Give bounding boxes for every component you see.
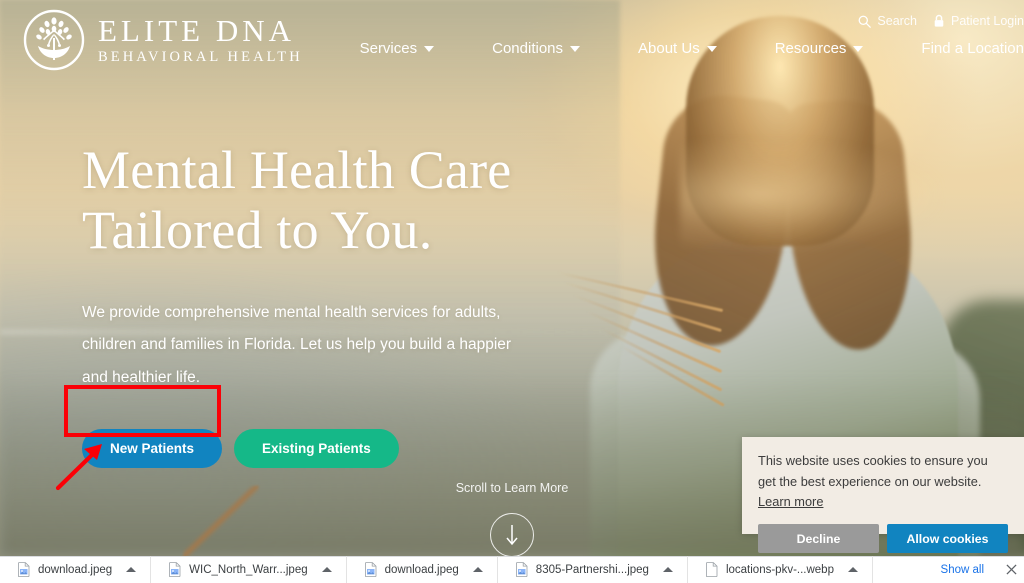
chevron-down-icon [706,45,717,52]
site-header: ELITE DNA BEHAVIORAL HEALTH Search Patie… [0,0,1024,84]
download-item[interactable]: locations-pkv-...webp [688,556,873,583]
chevron-down-icon [570,45,581,52]
hero-heading-line-1: Mental Health Care [82,140,512,200]
search-label: Search [877,14,918,28]
hero-photo-sun-flare [680,140,940,250]
chevron-up-icon[interactable] [662,567,673,572]
image-file-icon [515,562,528,577]
download-item[interactable]: WIC_North_Warr...jpeg [151,556,347,583]
cookie-learn-more-link[interactable]: Learn more [758,494,823,509]
nav-label: About Us [638,40,700,57]
download-item[interactable]: download.jpeg [347,556,498,583]
download-filename: download.jpeg [38,563,113,576]
search-button[interactable]: Search [858,14,917,28]
download-filename: locations-pkv-...webp [725,563,834,576]
page-title: Mental Health Care Tailored to You. [82,140,642,261]
chevron-up-icon[interactable] [321,567,332,572]
nav-item-about-us[interactable]: About Us [609,40,746,57]
logo-primary-text: ELITE DNA [98,13,295,49]
hero-heading-line-2: Tailored to You. [82,200,433,261]
nav-item-services[interactable]: Services [331,40,464,57]
decline-cookies-button[interactable]: Decline [758,524,879,554]
search-icon [858,15,872,28]
browser-viewport: ELITE DNA BEHAVIORAL HEALTH Search Patie… [0,0,1024,583]
nav-item-find-a-location[interactable]: Find a Location [892,40,1024,57]
chevron-up-icon[interactable] [126,567,137,572]
nav-label: Find a Location [921,40,1024,57]
chevron-down-icon [853,45,864,52]
chevron-up-icon[interactable] [847,567,858,572]
download-item[interactable]: download.jpeg [0,556,152,583]
nav-label: Resources [774,40,847,57]
cookie-message: This website uses cookies to ensure you … [758,451,1008,513]
logo-secondary-text: BEHAVIORAL HEALTH [98,49,303,66]
cookie-actions: Decline Allow cookies [758,524,1008,554]
arrow-down-circle-icon[interactable] [490,513,534,556]
hero-cta-group: New Patients Existing Patients [82,428,642,468]
download-filename: download.jpeg [384,563,459,576]
webpage-hero-section: ELITE DNA BEHAVIORAL HEALTH Search Patie… [0,0,1024,556]
download-filename: WIC_North_Warr...jpeg [189,563,308,576]
chevron-up-icon[interactable] [472,567,483,572]
close-icon [1005,564,1017,575]
download-item[interactable]: 8305-Partnershi...jpeg [498,556,688,583]
hero-paragraph: We provide comprehensive mental health s… [82,303,512,387]
nav-item-resources[interactable]: Resources [746,40,893,57]
allow-cookies-button[interactable]: Allow cookies [887,524,1008,554]
lock-icon [933,14,945,28]
existing-patients-button[interactable]: Existing Patients [234,428,399,468]
site-logo[interactable]: ELITE DNA BEHAVIORAL HEALTH [22,8,303,72]
patient-login-label: Patient Login [951,14,1024,28]
new-patients-button[interactable]: New Patients [82,428,223,468]
main-navigation: Services Conditions About Us Resources F… [331,40,1024,57]
image-file-icon [169,562,181,577]
generic-file-icon [705,562,718,577]
image-file-icon [18,562,30,577]
image-file-icon [364,562,377,577]
nav-label: Conditions [492,40,564,57]
tree-circle-logo-icon [22,8,86,72]
download-shelf: download.jpeg WIC_North_Warr...jpeg down… [0,556,1024,583]
patient-login-button[interactable]: Patient Login [933,14,1024,28]
nav-item-conditions[interactable]: Conditions [463,40,609,57]
scroll-label: Scroll to Learn More [455,481,569,495]
hero-content: Mental Health Care Tailored to You. We p… [82,140,642,468]
close-shelf-button[interactable] [998,556,1024,583]
cookie-consent-banner: This website uses cookies to ensure you … [742,437,1024,554]
chevron-down-icon [424,45,435,52]
cookie-message-text: This website uses cookies to ensure you … [758,453,988,489]
download-filename: 8305-Partnershi...jpeg [535,563,649,576]
utility-nav: Search Patient Login [858,14,1024,28]
nav-label: Services [359,40,418,57]
show-all-downloads-button[interactable]: Show all [927,556,998,583]
